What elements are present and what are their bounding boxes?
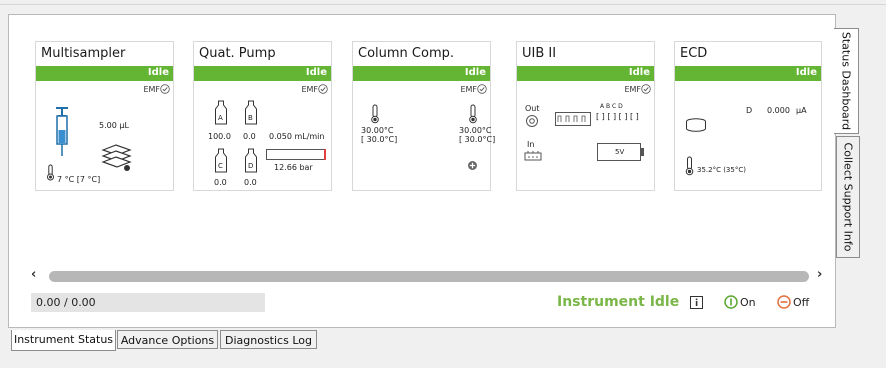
current-unit: µA (796, 106, 807, 115)
status-bar: Idle (517, 66, 654, 81)
module-card-column-comp[interactable]: Column Comp. Idle EMF 30.00°C [ 30.0°C] … (352, 41, 495, 191)
solvent-bottle-icon (245, 100, 257, 125)
left-column-setpoint: [ 30.0°C] (361, 135, 398, 144)
detector-cell-icon (686, 118, 706, 132)
thermometer-icon (371, 104, 379, 124)
thermometer-icon (47, 164, 54, 181)
status-text: Idle (464, 67, 486, 78)
solvent-percent-c: 0.0 (214, 178, 227, 187)
sample-tray-icon (101, 144, 132, 171)
solvent-percent-a: 100.0 (208, 132, 231, 141)
progress-readout: 0.00 / 0.00 (31, 293, 265, 312)
scroll-right-arrow-icon[interactable]: › (817, 267, 822, 282)
connector-icon (526, 115, 538, 127)
check-circle-icon (318, 84, 328, 94)
thermometer-icon (469, 104, 477, 124)
tab-diagnostics-log[interactable]: Diagnostics Log (220, 330, 317, 349)
module-card-multisampler[interactable]: Multisampler Idle EMF 5.00 µL 7 °C [7 °C… (35, 41, 174, 191)
status-bar: Idle (675, 66, 821, 81)
module-title: ECD (680, 46, 708, 61)
scroll-left-arrow-icon[interactable]: ‹ (31, 267, 36, 282)
power-on-button[interactable]: On (724, 295, 756, 311)
bottle-label: D (248, 162, 254, 170)
status-text: Idle (795, 67, 817, 78)
check-circle-icon (641, 84, 651, 94)
module-title: UIB II (522, 46, 557, 61)
in-label: In (527, 140, 535, 149)
detector-channel: D (746, 106, 753, 115)
channel-letters: A B C D (600, 103, 623, 110)
syringe-icon (56, 107, 68, 156)
status-dashboard-panel: Multisampler Idle EMF 5.00 µL 7 °C [7 °C… (8, 14, 836, 328)
emf-indicator: EMF (624, 84, 651, 94)
power-off-label: Off (793, 296, 810, 309)
tab-collect-support-info[interactable]: Collect Support Info (836, 136, 860, 258)
bottle-label: C (218, 162, 223, 170)
solvent-percent-b: 0.0 (243, 132, 256, 141)
solvent-percent-d: 0.0 (244, 178, 257, 187)
tab-instrument-status[interactable]: Instrument Status (11, 330, 116, 351)
module-title: Multisampler (41, 46, 126, 61)
tab-status-dashboard[interactable]: Status Dashboard (834, 28, 859, 134)
info-icon[interactable] (690, 296, 703, 309)
detector-temperature: 35.2°C (35°C) (697, 166, 746, 174)
module-title: Quat. Pump (199, 46, 276, 61)
module-card-uib-ii[interactable]: UIB II Idle EMF Out A B C D [ ] [ ] [ ] … (516, 41, 655, 191)
power-off-button[interactable]: Off (777, 295, 809, 311)
left-column-temperature: 30.00°C (361, 126, 394, 135)
status-text: Idle (628, 67, 650, 78)
emf-indicator: EMF (301, 84, 328, 94)
module-card-quat-pump[interactable]: Quat. Pump Idle EMF A B 100.0 0.0 0.050 … (193, 41, 332, 191)
bottle-label: B (248, 114, 253, 122)
scrollbar-thumb[interactable] (49, 271, 809, 282)
input-connector-icon (524, 151, 542, 161)
tab-advance-options[interactable]: Advance Options (117, 330, 218, 349)
solvent-bottle-icon (215, 148, 227, 173)
check-circle-icon (477, 84, 487, 94)
flow-rate: 0.050 mL/min (269, 132, 325, 141)
detector-current: 0.000 (767, 106, 790, 115)
tab-label: Collect Support Info (841, 142, 855, 252)
tab-label: Status Dashboard (839, 31, 853, 131)
solvent-bottle-icon (215, 100, 227, 125)
pressure-gauge (266, 149, 326, 160)
power-off-icon (777, 295, 791, 309)
power-on-icon (724, 295, 738, 309)
window-top-border (0, 4, 886, 5)
horizontal-scrollbar[interactable]: ‹ › (29, 267, 835, 285)
emf-indicator: EMF (460, 84, 487, 94)
pressure-value: 12.66 bar (274, 163, 313, 172)
module-title: Column Comp. (358, 46, 454, 61)
emf-indicator: EMF (143, 84, 170, 94)
check-circle-icon (160, 84, 170, 94)
status-text: Idle (305, 67, 327, 78)
relay-block-icon (555, 112, 591, 126)
power-on-label: On (740, 296, 756, 309)
solvent-bottle-icon (245, 148, 257, 173)
sampler-temperature: 7 °C [7 °C] (57, 175, 101, 184)
bottle-label: A (218, 114, 223, 122)
channel-ports: [ ] [ ] [ ] [ ] (596, 112, 639, 121)
thermometer-icon (685, 156, 694, 176)
out-label: Out (525, 104, 540, 113)
injection-volume: 5.00 µL (99, 121, 129, 130)
right-column-setpoint: [ 30.0°C] (459, 135, 496, 144)
status-bar: Idle (36, 66, 173, 81)
valve-icon (468, 161, 477, 170)
instrument-state-label: Instrument Idle (557, 294, 680, 310)
module-card-ecd[interactable]: ECD Idle D 0.000 µA 35.2°C (35°C) (674, 41, 822, 191)
voltage-label: 5V (615, 148, 625, 156)
status-bar: Idle (353, 66, 490, 81)
status-text: Idle (147, 67, 169, 78)
status-bar: Idle (194, 66, 331, 81)
right-column-temperature: 30.00°C (459, 126, 492, 135)
pressure-gauge-tick (324, 149, 326, 160)
